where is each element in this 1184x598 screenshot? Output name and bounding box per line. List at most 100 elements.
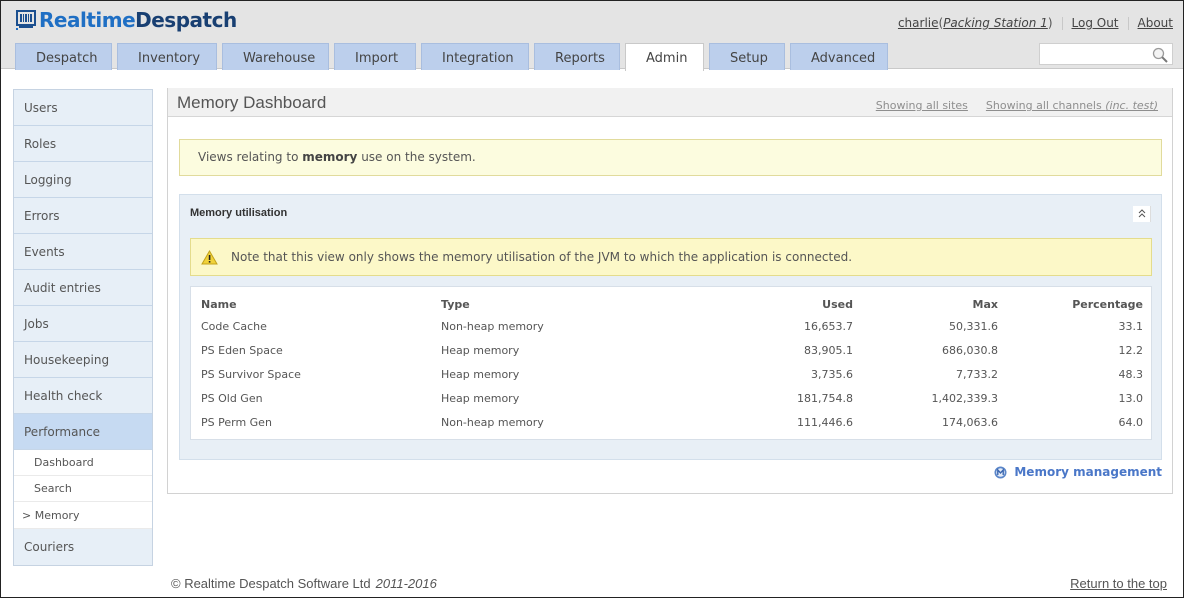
station-link[interactable]: Packing Station 1 — [943, 16, 1048, 30]
cell-max: 7,733.2 — [956, 367, 998, 381]
info-prefix: Views relating to — [198, 150, 303, 164]
sites-filter-link[interactable]: Showing all sites — [876, 99, 968, 112]
warning-icon — [201, 250, 218, 265]
cell-type: Non-heap memory — [441, 415, 544, 429]
cell-percentage: 64.0 — [1118, 415, 1144, 429]
table-row: PS Perm Gen Non-heap memory 111,446.6 17… — [201, 410, 1143, 434]
divider — [1127, 16, 1129, 30]
sidebar-item-audit-entries[interactable]: Audit entries — [14, 270, 152, 306]
search-input[interactable] — [1040, 44, 1150, 64]
logout-link[interactable]: Log Out — [1072, 16, 1119, 30]
search-box — [1039, 43, 1173, 65]
filter-links: Showing all sites Showing all channels (… — [858, 99, 1158, 112]
tab-reports[interactable]: Reports — [534, 43, 620, 70]
cell-name: PS Perm Gen — [201, 415, 272, 429]
sidebar-item-roles[interactable]: Roles — [14, 126, 152, 162]
cell-max: 50,331.6 — [949, 319, 998, 333]
tab-import[interactable]: Import — [334, 43, 416, 70]
cell-used: 3,735.6 — [811, 367, 853, 381]
warning-text: Note that this view only shows the memor… — [231, 250, 853, 264]
sidebar-item-performance[interactable]: Performance — [14, 414, 152, 450]
column-header-used[interactable]: Used — [681, 295, 853, 314]
sidebar-subitem-search[interactable]: Search — [14, 476, 152, 502]
close-paren: ) — [1047, 16, 1053, 30]
cell-percentage: 13.0 — [1118, 391, 1144, 405]
channels-filter-text: Showing all channels — [985, 99, 1106, 112]
cell-percentage: 48.3 — [1118, 367, 1144, 381]
sidebar-item-logging[interactable]: Logging — [14, 162, 152, 198]
copyright-years: 2011-2016 — [375, 576, 437, 591]
column-header-name[interactable]: Name — [201, 295, 441, 314]
sidebar-item-events[interactable]: Events — [14, 234, 152, 270]
cell-name: PS Survivor Space — [201, 367, 301, 381]
copyright-text: © Realtime Despatch Software Ltd — [171, 576, 371, 591]
tab-integration[interactable]: Integration — [421, 43, 529, 70]
sidebar-item-users[interactable]: Users — [14, 90, 152, 126]
column-header-percentage[interactable]: Percentage — [998, 295, 1143, 314]
table-header-row: Name Type Used Max Percentage — [201, 295, 1143, 314]
collapse-button[interactable] — [1133, 206, 1151, 222]
sidebar-item-housekeeping[interactable]: Housekeeping — [14, 342, 152, 378]
tab-despatch[interactable]: Despatch — [15, 43, 112, 70]
table-row: PS Old Gen Heap memory 181,754.8 1,402,3… — [201, 386, 1143, 410]
admin-sidebar: Users Roles Logging Errors Events Audit … — [13, 89, 153, 566]
memory-utilisation-section: Memory utilisation Note that this view o… — [179, 194, 1162, 460]
panel-header: Memory Dashboard Showing all sites Showi… — [168, 88, 1172, 117]
user-bar: charlie ( Packing Station 1 ) Log Out Ab… — [898, 16, 1173, 30]
memory-management-icon — [994, 466, 1007, 478]
cell-type: Heap memory — [441, 367, 520, 381]
brand-name-part1: Realtime — [39, 8, 136, 32]
cell-max: 1,402,339.3 — [931, 391, 998, 405]
memory-table: Name Type Used Max Percentage Code Cache… — [201, 295, 1143, 434]
cell-name: PS Old Gen — [201, 391, 263, 405]
sidebar-item-couriers[interactable]: Couriers — [14, 529, 152, 565]
main-panel: Memory Dashboard Showing all sites Showi… — [167, 88, 1173, 494]
header: Realtime Despatch charlie ( Packing Stati… — [1, 1, 1183, 71]
table-row: PS Eden Space Heap memory 83,905.1 686,0… — [201, 338, 1143, 362]
cell-name: PS Eden Space — [201, 343, 283, 357]
cell-percentage: 33.1 — [1118, 319, 1144, 333]
footer-copyright: © Realtime Despatch Software Ltd 2011-201… — [171, 576, 437, 591]
about-link[interactable]: About — [1138, 16, 1173, 30]
section-title: Memory utilisation — [190, 207, 288, 219]
cell-percentage: 12.2 — [1118, 343, 1144, 357]
memory-management-link[interactable]: Memory management — [994, 465, 1162, 479]
brand-logo[interactable]: Realtime Despatch — [16, 8, 237, 32]
sidebar-item-errors[interactable]: Errors — [14, 198, 152, 234]
tab-advanced[interactable]: Advanced — [790, 43, 888, 70]
column-header-type[interactable]: Type — [441, 295, 681, 314]
info-suffix: use on the system. — [357, 150, 476, 164]
cell-used: 83,905.1 — [804, 343, 853, 357]
username-link[interactable]: charlie — [898, 16, 939, 30]
channels-filter-link[interactable]: Showing all channels (inc. test) — [986, 99, 1158, 112]
search-icon[interactable] — [1152, 47, 1168, 63]
channels-filter-suffix: (inc. test) — [1105, 99, 1158, 112]
main-nav-tabs: Despatch Inventory Warehouse Import Inte… — [15, 43, 893, 71]
tab-inventory[interactable]: Inventory — [117, 43, 217, 70]
cell-type: Heap memory — [441, 391, 520, 405]
column-header-max[interactable]: Max — [853, 295, 998, 314]
tab-warehouse[interactable]: Warehouse — [222, 43, 329, 70]
cell-type: Heap memory — [441, 343, 520, 357]
memory-table-container: Name Type Used Max Percentage Code Cache… — [190, 286, 1152, 440]
tab-setup[interactable]: Setup — [709, 43, 785, 70]
tab-admin[interactable]: Admin — [625, 43, 704, 71]
return-to-top-link[interactable]: Return to the top — [1070, 576, 1167, 591]
table-row: Code Cache Non-heap memory 16,653.7 50,3… — [201, 314, 1143, 338]
sidebar-subitem-dashboard[interactable]: Dashboard — [14, 450, 152, 476]
cell-used: 181,754.8 — [797, 391, 853, 405]
current-marker-icon: > — [22, 509, 35, 522]
sidebar-subitem-memory[interactable]: > Memory — [14, 502, 152, 529]
cell-type: Non-heap memory — [441, 319, 544, 333]
cell-name: Code Cache — [201, 319, 267, 333]
info-bold: memory — [302, 150, 358, 164]
sidebar-item-health-check[interactable]: Health check — [14, 378, 152, 414]
info-banner: Views relating to memory use on the syst… — [179, 139, 1162, 176]
double-chevron-up-icon — [1138, 209, 1145, 218]
cell-used: 111,446.6 — [797, 415, 853, 429]
cell-used: 16,653.7 — [804, 319, 853, 333]
sidebar-item-jobs[interactable]: Jobs — [14, 306, 152, 342]
brand-name-part2: Despatch — [135, 8, 237, 32]
warning-banner: Note that this view only shows the memor… — [190, 238, 1152, 276]
cell-max: 686,030.8 — [942, 343, 998, 357]
